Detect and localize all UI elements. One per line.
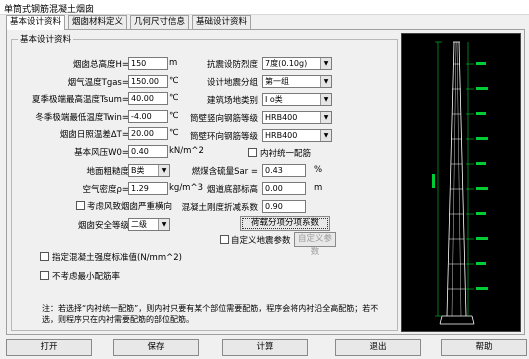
roughness-value: B类 xyxy=(131,166,145,175)
sulfur-input[interactable]: 0.43 xyxy=(262,164,306,177)
designate-strength-checkbox[interactable] xyxy=(40,252,49,261)
label-hoop-rebar: 筒壁环向钢筋等级 xyxy=(189,132,258,142)
label-wind-pressure: 基本风压W0= xyxy=(74,148,129,158)
vertical-rebar-select[interactable]: HRB400 ▼ xyxy=(262,111,332,124)
tab-basic-design[interactable]: 基本设计资料 xyxy=(6,15,66,30)
winter-temp-input[interactable]: -4.00 xyxy=(128,110,168,123)
tab-geometry[interactable]: 几何尺寸信息 xyxy=(130,15,190,29)
unit-winter-temp: ℃ xyxy=(169,111,179,121)
chevron-down-icon: ▼ xyxy=(320,130,331,141)
cross-wind-label: 考虑风致烟囱严重横向 xyxy=(87,202,173,212)
designate-strength-label: 指定混凝土强度标准值(N/mm^2) xyxy=(52,253,182,263)
inner-lining-label: 内衬统一配筋 xyxy=(260,149,312,159)
no-min-reinforcement-label: 不考虑最小配筋率 xyxy=(52,272,121,282)
label-seismic-intensity: 抗震设防烈度 xyxy=(206,60,258,70)
unit-flue-elevation: m xyxy=(314,183,323,193)
label-air-density: 空气密度ρ= xyxy=(82,185,129,195)
chevron-down-icon: ▼ xyxy=(320,76,331,87)
chevron-down-icon: ▼ xyxy=(158,219,169,230)
custom-seismic-label: 自定义地震参数 xyxy=(231,236,291,246)
label-roughness: 地面粗糙度 xyxy=(86,167,129,177)
safety-grade-select[interactable]: 二级 ▼ xyxy=(128,218,170,231)
cross-wind-checkbox[interactable] xyxy=(76,201,85,210)
label-gas-temp: 烟气温度Tgas= xyxy=(67,78,129,88)
tab-material[interactable]: 烟囱材料定义 xyxy=(68,15,128,29)
window-title: 单筒式钢筋混凝土烟囱 xyxy=(4,5,95,15)
label-winter-temp: 冬季极端最低温度Twin= xyxy=(35,113,129,123)
sun-temp-diff-input[interactable]: 20.00 xyxy=(128,127,168,140)
wind-pressure-input[interactable]: 0.40 xyxy=(128,145,168,158)
unit-total-height: m xyxy=(169,58,178,68)
chevron-down-icon: ▼ xyxy=(320,58,331,69)
seismic-group-select[interactable]: 第一组 ▼ xyxy=(262,75,332,88)
tab-foundation[interactable]: 基础设计资料 xyxy=(192,15,252,29)
site-class-select[interactable]: I o类 ▼ xyxy=(262,93,332,106)
label-total-height: 烟囱总高度H= xyxy=(72,60,129,70)
chimney-drawing xyxy=(432,41,488,325)
basic-design-group: 基本设计资料 烟囱总高度H= 150 m 烟气温度Tgas= 150.00 ℃ … xyxy=(11,33,398,331)
save-button[interactable]: 保存 xyxy=(113,339,199,356)
total-height-input[interactable]: 150 xyxy=(128,57,168,70)
unit-gas-temp: ℃ xyxy=(169,76,179,86)
unit-sulfur: % xyxy=(314,165,323,175)
label-safety-grade: 烟囱安全等级 xyxy=(77,221,129,231)
summer-temp-input[interactable]: 40.00 xyxy=(128,92,168,105)
segment-coeff-button[interactable]: 荷载分项分项系数 xyxy=(240,216,330,231)
gas-temp-input[interactable]: 150.00 xyxy=(128,75,168,88)
chevron-down-icon: ▼ xyxy=(320,94,331,105)
hoop-rebar-value: HRB400 xyxy=(265,131,298,140)
custom-seismic-checkbox[interactable] xyxy=(220,235,229,244)
group-title: 基本设计资料 xyxy=(18,33,74,45)
calc-button[interactable]: 计算 xyxy=(222,339,308,356)
hoop-rebar-select[interactable]: HRB400 ▼ xyxy=(262,129,332,142)
label-vertical-rebar: 筒壁竖向钢筋等级 xyxy=(189,114,258,124)
site-class-value: I o类 xyxy=(265,95,283,104)
chimney-preview xyxy=(401,33,521,332)
no-min-reinforcement-checkbox[interactable] xyxy=(40,271,49,280)
unit-wind-pressure: kN/m^2 xyxy=(169,146,204,156)
unit-summer-temp: ℃ xyxy=(169,93,179,103)
tab-panel: 基本设计资料 烟囱总高度H= 150 m 烟气温度Tgas= 150.00 ℃ … xyxy=(6,29,525,335)
custom-params-button[interactable]: 自定义参数 xyxy=(294,232,336,257)
label-summer-temp: 夏季极端最高温度Tsum= xyxy=(31,95,129,105)
label-seismic-group: 设计地震分组 xyxy=(206,78,258,88)
vertical-rebar-value: HRB400 xyxy=(265,113,298,122)
open-button[interactable]: 打开 xyxy=(6,339,92,356)
chevron-down-icon: ▼ xyxy=(158,165,169,176)
seismic-intensity-value: 7度(0.10g) xyxy=(265,59,308,68)
air-density-input[interactable]: 1.29 xyxy=(128,182,168,195)
flue-elevation-input[interactable]: 0.00 xyxy=(262,182,306,195)
label-stiffness-reduction: 混凝土刚度折减系数 xyxy=(181,203,258,213)
unit-sun-temp-diff: ℃ xyxy=(169,128,179,138)
seismic-intensity-select[interactable]: 7度(0.10g) ▼ xyxy=(262,57,332,70)
roughness-select[interactable]: B类 ▼ xyxy=(128,164,170,177)
seismic-group-value: 第一组 xyxy=(265,77,289,86)
label-sun-temp-diff: 烟囱日照温差ΔT= xyxy=(59,130,129,140)
inner-lining-checkbox[interactable] xyxy=(248,148,257,157)
label-sulfur: 燃煤含硫量Sar = xyxy=(191,167,258,177)
note-text: 注：若选择“内衬统一配筋”，则内衬只要有某个部位需要配筋，程序会将内衬沿全高配筋… xyxy=(42,304,379,324)
title-bar: 单筒式钢筋混凝土烟囱 xyxy=(0,0,529,15)
label-flue-elevation: 烟道底部标高 xyxy=(206,185,258,195)
unit-air-density: kg/m^3 xyxy=(169,183,203,193)
exit-button[interactable]: 退出 xyxy=(335,339,421,356)
label-site-class: 建筑场地类别 xyxy=(206,96,258,106)
safety-grade-value: 二级 xyxy=(131,220,147,229)
stiffness-reduction-input[interactable]: 0.90 xyxy=(262,200,306,213)
chevron-down-icon: ▼ xyxy=(320,112,331,123)
help-button[interactable]: 帮助 xyxy=(441,339,527,356)
